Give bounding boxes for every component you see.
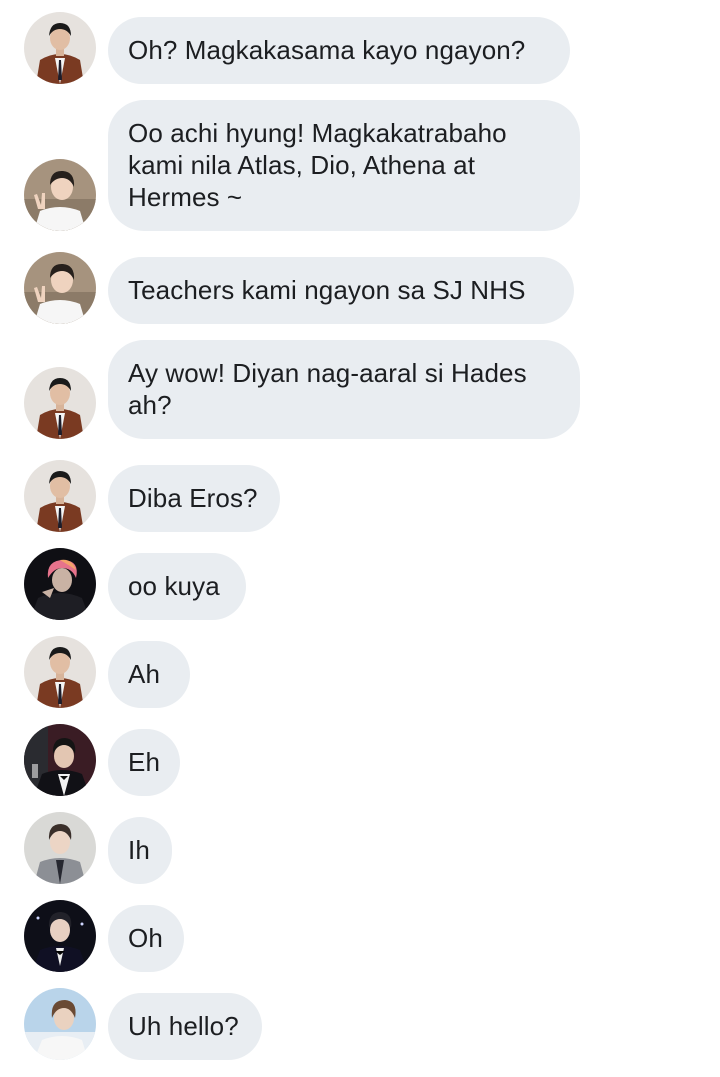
message-row: Diba Eros? (24, 460, 280, 532)
message-row: oo kuya (24, 548, 246, 620)
message-row: Ih (24, 812, 172, 884)
gray-suit-man-avatar[interactable] (24, 812, 96, 884)
message-bubble[interactable]: Ih (108, 817, 172, 884)
message-bubble[interactable]: Teachers kami ngayon sa SJ NHS (108, 257, 574, 324)
message-row: Ay wow! Diyan nag-aaral si Hades ah? (24, 340, 580, 439)
message-bubble[interactable]: Ah (108, 641, 190, 708)
message-row: Oh? Magkakasama kayo ngayon? (24, 12, 570, 84)
message-bubble[interactable]: Uh hello? (108, 993, 262, 1060)
pink-hair-man-avatar[interactable] (24, 548, 96, 620)
message-row: Eh (24, 724, 180, 796)
sky-portrait-man-avatar[interactable] (24, 988, 96, 1060)
man-brown-suit-avatar[interactable] (24, 367, 96, 439)
peace-sign-man-avatar[interactable] (24, 159, 96, 231)
man-brown-suit-avatar[interactable] (24, 12, 96, 84)
message-bubble[interactable]: Oh? Magkakasama kayo ngayon? (108, 17, 570, 84)
man-brown-suit-avatar[interactable] (24, 460, 96, 532)
black-tuxedo-man-avatar[interactable] (24, 900, 96, 972)
message-bubble[interactable]: Oo achi hyung! Magkakatrabaho kami nila … (108, 100, 580, 231)
tuxedo-man-avatar[interactable] (24, 724, 96, 796)
man-brown-suit-avatar[interactable] (24, 636, 96, 708)
message-bubble[interactable]: Oh (108, 905, 184, 972)
chat-thread: Oh? Magkakasama kayo ngayon? Oo achi hyu… (0, 0, 720, 1077)
message-row: Uh hello? (24, 988, 262, 1060)
message-row: Ah (24, 636, 190, 708)
message-row: Teachers kami ngayon sa SJ NHS (24, 252, 574, 324)
peace-sign-man-avatar[interactable] (24, 252, 96, 324)
message-bubble[interactable]: Diba Eros? (108, 465, 280, 532)
message-bubble[interactable]: Eh (108, 729, 180, 796)
message-bubble[interactable]: oo kuya (108, 553, 246, 620)
message-bubble[interactable]: Ay wow! Diyan nag-aaral si Hades ah? (108, 340, 580, 439)
message-row: Oo achi hyung! Magkakatrabaho kami nila … (24, 100, 580, 231)
message-row: Oh (24, 900, 184, 972)
